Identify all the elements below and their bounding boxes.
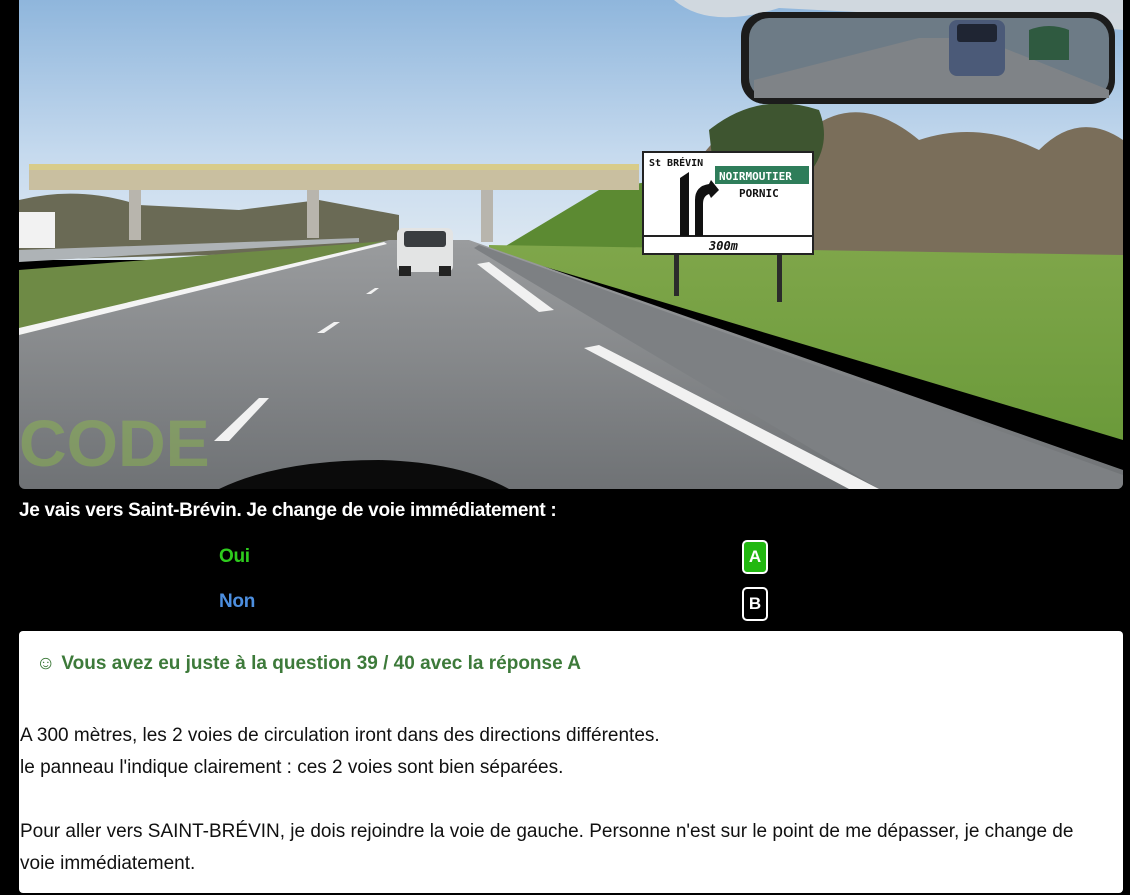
answer-b-button[interactable]: B [742, 587, 768, 621]
answer-a-button[interactable]: A [742, 540, 768, 574]
result-message: ☺ Vous avez eu juste à la question 39 / 4… [36, 653, 581, 675]
answer-b-label[interactable]: Non [219, 591, 255, 613]
explanation: A 300 mètres, les 2 voies de circulation… [20, 720, 1110, 880]
result-text: Vous avez eu juste à la question 39 / 40… [61, 653, 581, 674]
sign-left-destination: St BRÉVIN [649, 156, 703, 169]
watermark-logo: CODE [19, 406, 210, 480]
sign-distance: 300m [708, 239, 739, 253]
result-panel: ☺ Vous avez eu juste à la question 39 / 4… [19, 631, 1123, 893]
quiz-page: St BRÉVIN NOIRMOUTIER PORNIC 300m CODE J… [0, 0, 1130, 895]
answer-a-label[interactable]: Oui [219, 546, 250, 568]
smiley-icon: ☺ [36, 653, 56, 674]
road-scene-image: St BRÉVIN NOIRMOUTIER PORNIC 300m CODE [19, 0, 1123, 489]
sign-right-destination-1: NOIRMOUTIER [719, 170, 792, 183]
sign-right-destination-2: PORNIC [739, 187, 779, 200]
explanation-paragraph-2: Pour aller vers SAINT-BRÉVIN, je dois re… [20, 821, 1074, 874]
question-text: Je vais vers Saint-Brévin. Je change de … [19, 500, 557, 521]
explanation-line-2: le panneau l'indique clairement : ces 2 … [20, 757, 564, 778]
explanation-line-1: A 300 mètres, les 2 voies de circulation… [20, 725, 660, 746]
